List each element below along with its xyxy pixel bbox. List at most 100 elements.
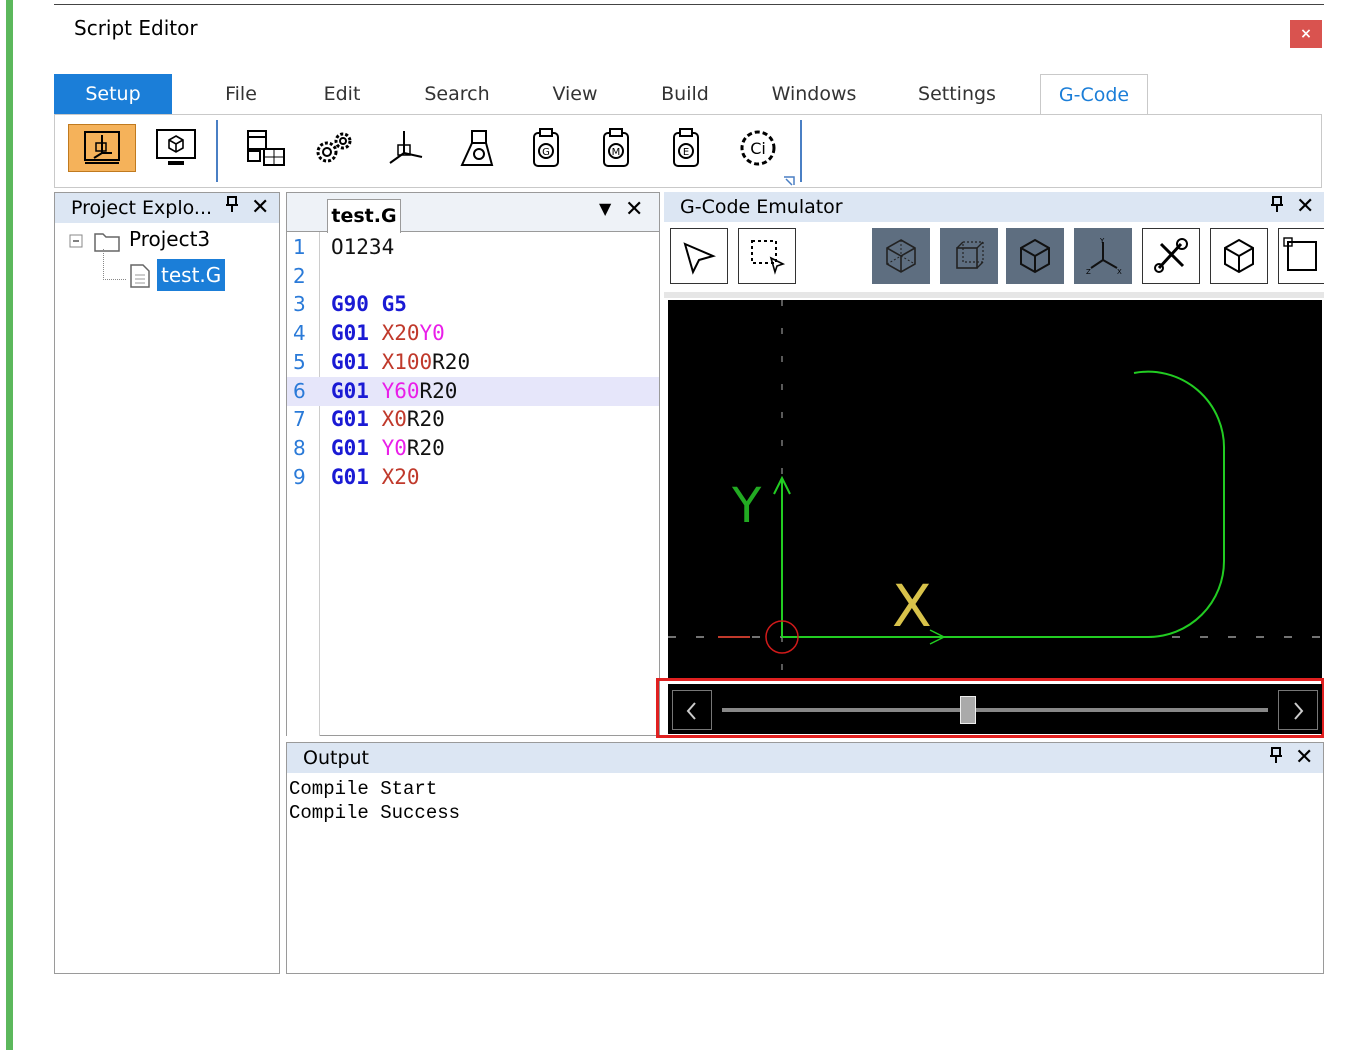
tab-windows[interactable]: Windows [756, 74, 872, 114]
tab-setup[interactable]: Setup [54, 74, 172, 114]
step-forward-button[interactable] [1278, 690, 1318, 730]
emulator-title: G-Code Emulator [680, 196, 843, 218]
gcode-setup-button[interactable] [68, 124, 136, 172]
output-text[interactable]: Compile Start Compile Success [289, 777, 460, 825]
code-line[interactable]: 7 G01 X0R20 [287, 405, 659, 434]
code-line[interactable]: 2 [287, 262, 659, 291]
window-title: Script Editor [74, 16, 198, 40]
tab-view[interactable]: View [530, 74, 620, 114]
progress-track[interactable] [722, 708, 1268, 712]
monitor-cube-button[interactable] [148, 124, 204, 172]
close-tab-icon[interactable]: ✕ [625, 197, 643, 222]
emulator-close-icon[interactable]: ✕ [1296, 192, 1314, 222]
code-line[interactable]: 1 O1234 [287, 233, 659, 262]
file-icon [129, 263, 151, 293]
axis-button[interactable] [376, 124, 432, 172]
axes-view-button[interactable]: Y X Z [1074, 228, 1132, 284]
solid-view-button[interactable] [1006, 228, 1064, 284]
emulator-viewport[interactable]: Y X [668, 300, 1322, 680]
svg-text:M: M [612, 147, 621, 158]
wireframe-cube-icon [886, 239, 916, 273]
pin-icon[interactable] [225, 193, 239, 223]
tools-button[interactable] [1142, 228, 1200, 284]
gears-button[interactable] [306, 124, 362, 172]
code-text: G01 Y60R20 [331, 378, 458, 403]
ribbon-expand-icon[interactable] [782, 172, 796, 186]
m-clip-button[interactable]: M [588, 124, 644, 172]
emulator-pin-icon[interactable] [1270, 192, 1284, 222]
code-line[interactable]: 3 G90 G5 [287, 290, 659, 319]
fit-view-button[interactable] [1278, 228, 1324, 284]
tree-collapse-icon[interactable] [69, 233, 83, 252]
cube-icon [1224, 238, 1254, 274]
tab-build[interactable]: Build [640, 74, 730, 114]
frame-icon [1282, 237, 1317, 271]
close-panel-icon[interactable]: ✕ [251, 193, 269, 223]
wireframe-view-button[interactable] [872, 228, 930, 284]
box-select-icon [751, 240, 786, 275]
x-axis-label: X [892, 572, 932, 640]
hidden-line-cube-icon [956, 241, 984, 269]
box-select-button[interactable] [738, 228, 796, 284]
code-text: O1234 [331, 235, 395, 259]
code-text: G01 X20 [331, 464, 420, 489]
line-number: 9 [293, 464, 306, 489]
svg-text:E: E [683, 147, 689, 158]
output-header: Output ✕ [287, 743, 1323, 773]
line-number: 5 [293, 349, 306, 374]
select-tool-button[interactable] [670, 228, 728, 284]
svg-text:X: X [1117, 268, 1122, 276]
step-back-button[interactable] [672, 690, 712, 730]
machine-button[interactable] [446, 124, 502, 172]
output-close-icon[interactable]: ✕ [1295, 743, 1313, 773]
svg-text:Ci: Ci [750, 139, 766, 158]
code-line[interactable]: 8 G01 Y0R20 [287, 434, 659, 463]
xyz-axes-icon: Y X Z [1086, 237, 1122, 276]
output-pin-icon[interactable] [1269, 743, 1283, 773]
code-line[interactable]: 6 G01 Y60R20 [287, 376, 659, 406]
code-text: G01 Y0R20 [331, 435, 445, 460]
editor-tab-testg[interactable]: test.G [327, 199, 401, 233]
tab-search[interactable]: Search [408, 74, 506, 114]
tool-table-icon [247, 130, 285, 166]
code-line[interactable]: 9 G01 X20 [287, 463, 659, 492]
file-node-selected[interactable]: test.G [157, 259, 226, 291]
tab-settings[interactable]: Settings [900, 74, 1014, 114]
tab-gcode[interactable]: G-Code [1040, 74, 1148, 114]
tool-table-button[interactable] [236, 124, 292, 172]
left-accent-bar [6, 0, 13, 1050]
y-axis-label: Y [731, 478, 762, 534]
g-clip-icon: G [533, 128, 559, 167]
svg-text:G: G [542, 147, 550, 158]
e-clip-button[interactable]: E [658, 124, 714, 172]
tab-edit[interactable]: Edit [300, 74, 384, 114]
hidden-line-view-button[interactable] [940, 228, 998, 284]
svg-text:Y: Y [1099, 237, 1105, 245]
g-clip-button[interactable]: G [518, 124, 574, 172]
output-line: Compile Start [289, 778, 438, 800]
line-number: 4 [293, 321, 306, 346]
wrench-screwdriver-icon [1154, 238, 1188, 273]
close-button[interactable]: × [1290, 20, 1322, 48]
chevron-left-icon [686, 702, 696, 720]
code-text: G01 X100R20 [331, 349, 471, 374]
m-clip-icon: M [603, 128, 629, 167]
line-number: 2 [293, 263, 306, 288]
tab-dropdown-icon[interactable]: ▼ [599, 199, 611, 218]
line-number: 3 [293, 292, 306, 317]
project-explorer-panel: Project Explo... ✕ Project3 test.G [54, 192, 280, 974]
axis-icon [389, 131, 423, 164]
project-node[interactable]: Project3 [129, 227, 210, 251]
output-panel: Output ✕ Compile Start Compile Success [286, 742, 1324, 974]
code-line[interactable]: 4 G01 X20Y0 [287, 319, 659, 348]
code-editor-panel: test.G ▼ ✕ 1 O1234 2 3 G90 G5 4 G01 X20Y0 5 G01 … [286, 192, 660, 736]
progress-slider-thumb[interactable] [959, 696, 976, 724]
output-title: Output [303, 747, 369, 769]
gears-icon [316, 132, 352, 163]
toolpath-canvas: Y X [668, 300, 1322, 680]
tab-file[interactable]: File [196, 74, 286, 114]
code-line[interactable]: 5 G01 X100R20 [287, 348, 659, 377]
iso-view-button[interactable] [1210, 228, 1268, 284]
line-number: 7 [293, 407, 306, 432]
c-gear-button[interactable]: Ci [730, 124, 786, 172]
